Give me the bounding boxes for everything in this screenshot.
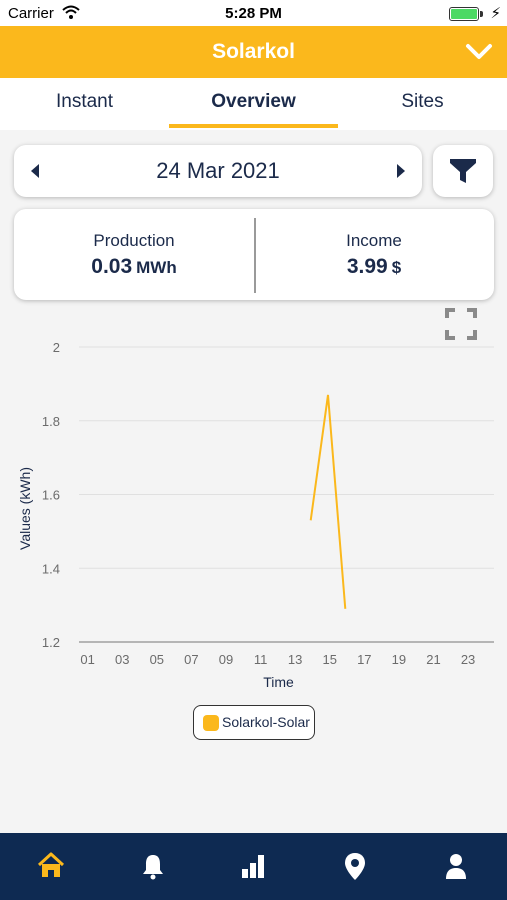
production-value: 0.03 [91,255,133,278]
x-tick-label: 09 [219,652,233,667]
map-pin-icon[interactable] [340,851,370,881]
x-tick-label: 17 [357,652,371,667]
tab-overview[interactable]: Overview [169,91,338,113]
y-tick-label: 2 [53,340,60,355]
user-icon[interactable] [441,851,471,881]
production-label: Production [93,231,175,250]
income-summary: Income 3.99 $ [254,231,494,279]
active-tab-indicator [169,124,338,128]
income-value: 3.99 [346,255,388,278]
x-tick-label: 23 [461,652,475,667]
y-tick-label: 1.4 [42,561,60,576]
chart-legend[interactable]: Solarkol-Solar [193,705,315,740]
bell-icon[interactable] [138,851,168,881]
series-line [309,394,347,609]
summary-card: Production 0.03 MWh Income 3.99 $ [14,209,494,300]
income-unit: $ [391,258,402,277]
x-tick-label: 11 [254,652,268,667]
income-value-row: 3.99 $ [254,255,494,279]
y-tick-label: 1.8 [42,414,60,429]
legend-series-name: Solarkol-Solar [222,714,310,730]
tab-instant[interactable]: Instant [0,91,169,113]
status-time: 5:28 PM [225,5,282,22]
x-tick-label: 21 [426,652,440,667]
next-date-icon[interactable] [394,161,408,181]
production-chart: 1.2 1.4 1.6 1.8 2 01 03 05 07 09 11 13 15 17 19 21 23 Tim… [17,340,494,690]
bar-chart-icon[interactable] [239,851,269,881]
production-summary: Production 0.03 MWh [14,231,254,279]
battery-icon [449,7,483,21]
chevron-down-icon[interactable] [463,36,495,68]
production-unit: MWh [136,258,177,277]
status-bar: Carrier 5:28 PM ⚡ [0,0,507,26]
tab-bar: Instant Overview Sites [0,78,507,130]
page-title: Solarkol [212,40,295,63]
x-tick-label: 07 [184,652,198,667]
y-tick-label: 1.2 [42,635,60,650]
y-tick-label: 1.6 [42,488,60,503]
charging-icon: ⚡ [490,5,501,22]
app-header: Solarkol [0,26,507,78]
legend-swatch [203,715,219,731]
x-tick-label: 13 [288,652,302,667]
x-tick-label: 01 [80,652,94,667]
y-axis-label: Values (kWh) [17,467,33,550]
x-axis-label: Time [263,674,294,690]
filter-icon [450,159,476,183]
filter-button[interactable] [433,145,493,197]
tab-sites[interactable]: Sites [338,91,507,113]
bottom-nav [0,833,507,900]
selected-date[interactable]: 24 Mar 2021 [14,158,422,184]
x-tick-label: 19 [392,652,406,667]
production-value-row: 0.03 MWh [14,255,254,279]
x-tick-label: 05 [150,652,164,667]
x-tick-label: 03 [115,652,129,667]
date-selector: 24 Mar 2021 [14,145,422,197]
home-icon[interactable] [36,851,66,881]
income-label: Income [346,231,402,250]
x-tick-label: 15 [322,652,336,667]
